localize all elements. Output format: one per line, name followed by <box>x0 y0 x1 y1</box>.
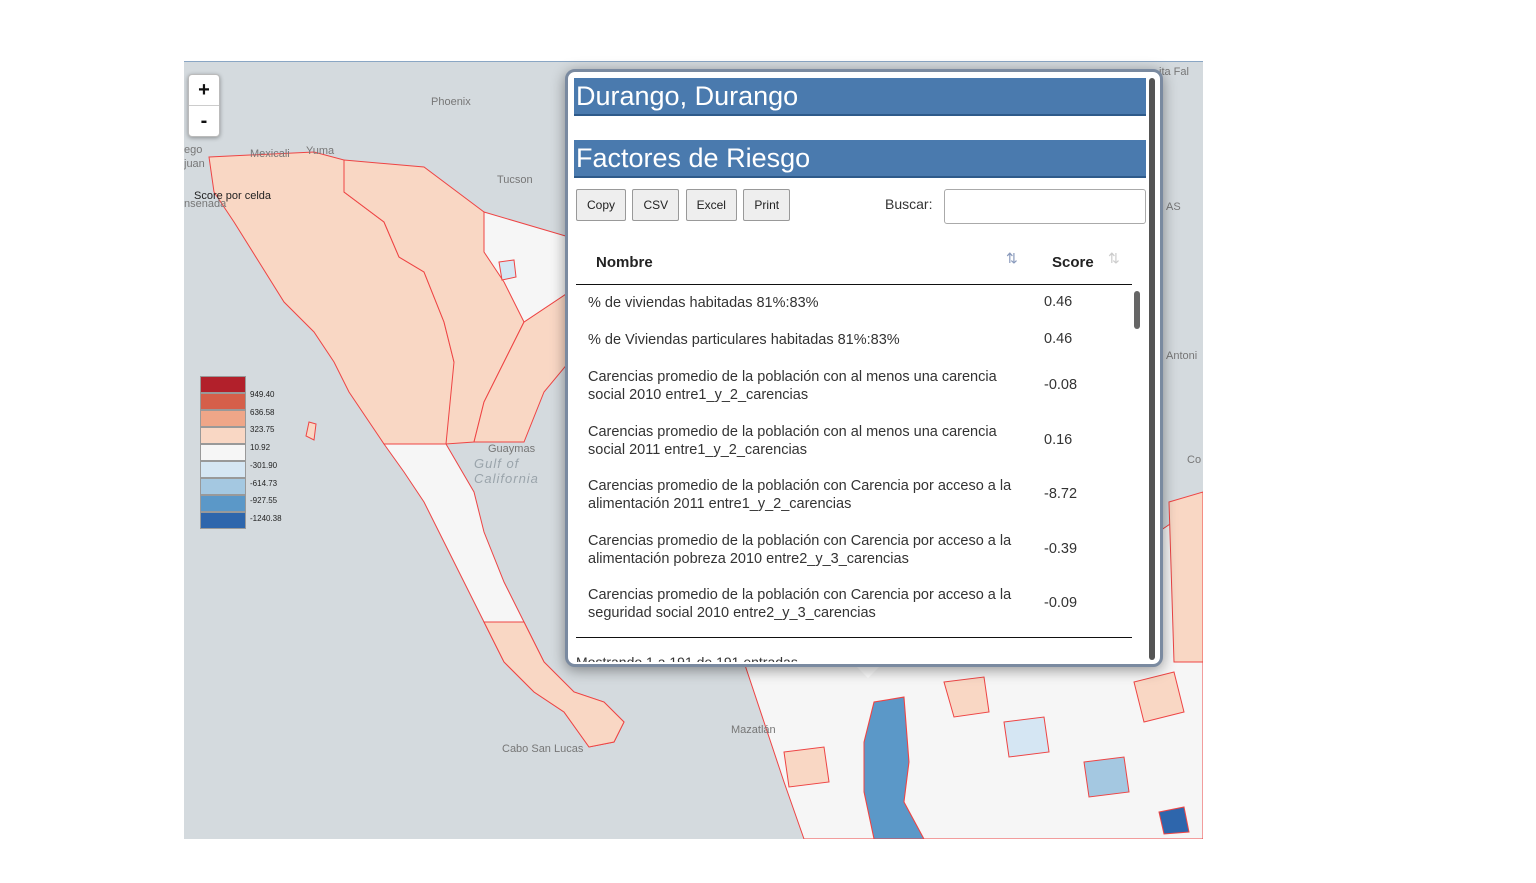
zoom-in-button[interactable]: + <box>189 75 219 106</box>
legend-swatch <box>200 444 246 461</box>
cell-score: -0.08 <box>1044 377 1078 393</box>
export-buttons: Copy CSV Excel Print <box>576 189 792 221</box>
place-label: ita Fal <box>1159 66 1189 78</box>
column-header-score[interactable]: Score <box>1052 254 1094 271</box>
legend-label: 636.58 <box>250 408 275 417</box>
place-label: Antoni <box>1166 350 1198 362</box>
table-scrollbar[interactable] <box>1134 291 1140 329</box>
place-label: Phoenix <box>431 96 471 108</box>
print-button[interactable]: Print <box>743 189 791 221</box>
legend-swatch <box>200 393 246 410</box>
legend-swatch <box>200 427 246 444</box>
legend-label: -927.55 <box>250 496 278 505</box>
popup-title: Durango, Durango <box>574 78 1146 116</box>
legend-swatch <box>200 376 246 393</box>
place-label: Mazatlán <box>731 724 776 736</box>
cell-nombre: % de Viviendas particulares habitadas 81… <box>588 332 900 348</box>
sort-icon[interactable]: ⇅ <box>1006 250 1018 267</box>
excel-button[interactable]: Excel <box>685 189 737 221</box>
place-label: Cabo San Lucas <box>502 743 584 755</box>
place-label: Co <box>1187 454 1202 466</box>
search-label: Buscar: <box>885 196 933 212</box>
table-header: Nombre ⇅ Score ⇅ <box>576 238 1132 285</box>
region-island[interactable] <box>305 421 317 441</box>
legend-swatch <box>200 478 246 495</box>
cell-score: 0.46 <box>1044 331 1073 347</box>
place-label: Yuma <box>306 145 335 157</box>
sea-label: Gulf of California <box>474 456 539 486</box>
sort-icon[interactable]: ⇅ <box>1108 250 1120 267</box>
cell-score: -8.72 <box>1044 486 1078 502</box>
cell-nombre: Carencias promedio de la población con a… <box>588 424 997 458</box>
cell-score: -0.39 <box>1044 541 1078 557</box>
copy-button[interactable]: Copy <box>576 189 627 221</box>
legend-swatch <box>200 512 246 529</box>
cell-nombre: Carencias promedio de la población con C… <box>588 533 1012 567</box>
section-title: Factores de Riesgo <box>574 140 1146 178</box>
region-mainland-c[interactable] <box>1083 756 1130 798</box>
region-sonora-small[interactable] <box>498 259 517 281</box>
region-mainland-f[interactable] <box>1158 806 1190 835</box>
legend-label: -614.73 <box>250 479 278 488</box>
table-info: Mostrando 1 a 191 de 191 entradas <box>576 654 798 662</box>
cell-nombre: Carencias promedio de la población con C… <box>588 478 1012 512</box>
place-label: AS <box>1166 201 1181 213</box>
region-mainland-e[interactable] <box>783 746 830 788</box>
zoom-out-button[interactable]: - <box>189 106 219 136</box>
place-label: ego <box>184 144 203 156</box>
legend-title: Score por celda <box>194 190 272 202</box>
place-label: Guaymas <box>488 443 536 455</box>
csv-button[interactable]: CSV <box>632 189 680 221</box>
info-popup: Durango, Durango Factores de Riesgo Copy… <box>565 69 1163 667</box>
region-mainland-east[interactable] <box>1168 491 1203 663</box>
legend-swatch <box>200 461 246 478</box>
cell-score: 0.46 <box>1044 294 1073 310</box>
popup-scrollbar[interactable] <box>1149 78 1155 660</box>
place-label: juan <box>184 158 205 170</box>
legend-label: 949.40 <box>250 390 275 399</box>
place-label: Tucson <box>497 174 533 186</box>
legend: 949.40 636.58 323.75 10.92 -301.90 -614.… <box>200 376 282 529</box>
table-body[interactable]: % de viviendas habitadas 81%:83% 0.46 % … <box>576 284 1132 638</box>
cell-score: -0.09 <box>1044 595 1078 611</box>
cell-nombre: % de viviendas habitadas 81%:83% <box>588 295 819 311</box>
legend-swatch <box>200 410 246 427</box>
legend-swatch <box>200 495 246 512</box>
search-input[interactable] <box>944 189 1146 224</box>
column-header-nombre[interactable]: Nombre <box>596 254 653 271</box>
place-label: Mexicali <box>250 148 290 160</box>
cell-nombre: Carencias promedio de la población con a… <box>588 369 997 403</box>
cell-nombre: Carencias promedio de la población con C… <box>588 587 1012 621</box>
legend-label: 323.75 <box>250 425 275 434</box>
legend-label: -301.90 <box>250 461 278 470</box>
legend-label: 10.92 <box>250 443 271 452</box>
zoom-control: + - <box>188 74 220 137</box>
region-mainland-b[interactable] <box>1003 716 1050 758</box>
cell-score: 0.16 <box>1044 432 1073 448</box>
legend-label: -1240.38 <box>250 514 282 523</box>
